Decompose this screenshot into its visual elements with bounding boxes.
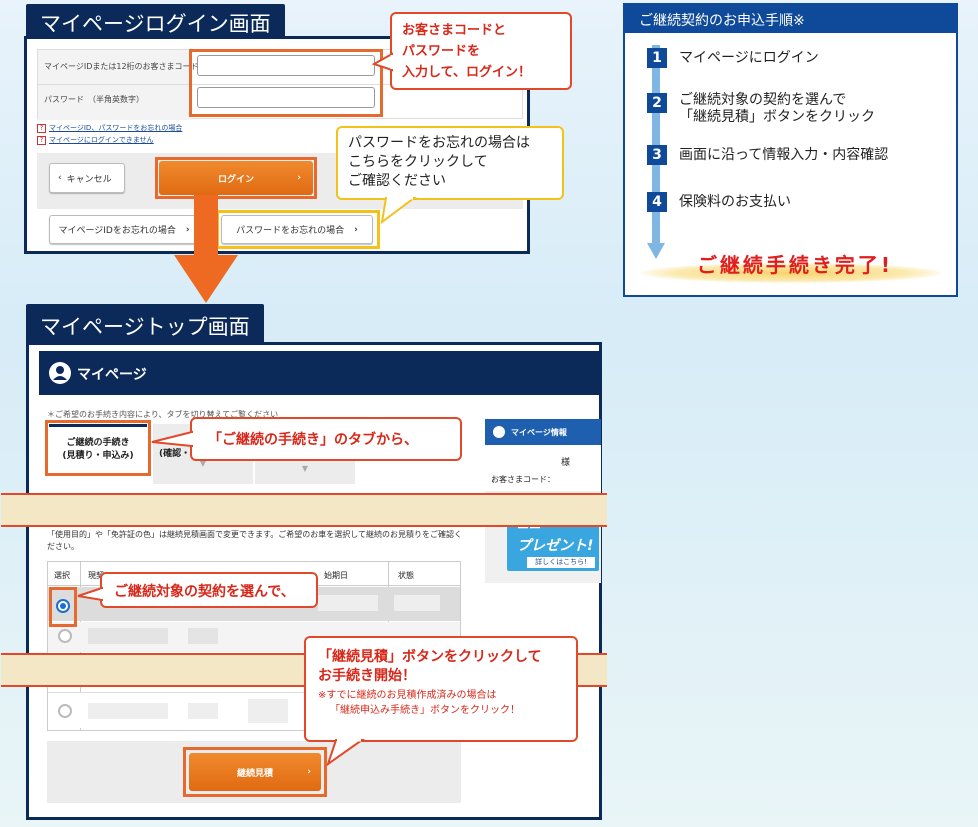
mypage-info-header: マイページ情報 <box>485 419 601 445</box>
callout-line: お客さまコードと <box>402 23 507 38</box>
forgot-credentials-link[interactable]: ? マイページID、パスワードをお忘れの場合 <box>37 123 182 133</box>
login-button[interactable]: ログイン › <box>159 161 313 195</box>
step-number: 3 <box>647 145 667 165</box>
forgot-password-label: パスワードをお忘れの場合 <box>236 226 345 236</box>
callout-line: ご確認ください <box>348 173 446 189</box>
step-label: 画面に沿って情報入力・内容確認 <box>679 147 889 163</box>
banner-link: 詳しくはこちら! <box>527 557 595 568</box>
renewal-steps-box: ご継続契約のお申込手順※ 1 マイページにログイン 2 ご継続対象の契約を選んで… <box>623 3 958 297</box>
step-label: マイページにログイン <box>679 50 819 66</box>
forgot-id-label: マイページIDをお忘れの場合 <box>58 226 176 236</box>
tab-instruction-callout: 「ご継続の手続き」のタブから、 <box>190 417 462 461</box>
row-placeholder <box>394 595 440 611</box>
step-number: 2 <box>647 93 667 113</box>
customer-code-input[interactable] <box>197 55 375 76</box>
step-label: 保険料のお支払い <box>679 194 791 210</box>
login-screen-title: マイページログイン画面 <box>26 4 285 38</box>
step-number: 1 <box>647 48 667 68</box>
info-name-suffix: 様 <box>561 458 571 468</box>
row-placeholder <box>88 628 168 644</box>
cannot-login-link[interactable]: ? マイページにログインできません <box>37 135 154 145</box>
callout-pointer <box>151 430 194 448</box>
mypage-header-label: マイページ <box>77 367 147 383</box>
renewal-quote-button[interactable]: 継続見積 › <box>189 753 321 791</box>
callout-note: ※すでに継続のお見積作成済みの場合は <box>318 690 497 701</box>
steps-complete-label: ご継続手続き完了! <box>696 253 894 277</box>
selected-radio-button[interactable] <box>56 599 70 613</box>
callout-line: パスワードを <box>402 44 481 59</box>
col-status-header: 状態 <box>398 571 414 580</box>
forgot-password-button[interactable]: パスワードをお忘れの場合 › <box>221 215 373 244</box>
steps-heading: ご継続契約のお申込手順※ <box>625 5 956 33</box>
info-customer-code: お客さまコード： <box>491 475 555 484</box>
chevron-left-icon: ‹ <box>58 173 62 183</box>
callout-line: こちらをクリックして <box>348 154 488 170</box>
banner-text: プレゼント! <box>517 538 594 554</box>
callout-line: 「継続見積」ボタンをクリックして <box>318 649 542 665</box>
tab-renewal-sublabel: (見積り・申込み) <box>62 451 134 461</box>
chevron-right-icon: › <box>297 173 301 183</box>
step-label: ご継続対象の契約を選んで <box>679 92 847 108</box>
usage-note: 「使用目的」や「免許証の色」は継続見積画面で変更できます。ご希望のお車を選択して… <box>47 530 462 551</box>
id-field-label: マイページIDまたは12桁のお客さまコード <box>44 62 199 71</box>
radio-button[interactable] <box>58 629 72 643</box>
chevron-right-icon: › <box>354 224 358 235</box>
cancel-button[interactable]: ‹ キャンセル <box>49 163 125 193</box>
quote-instruction-callout: 「継続見積」ボタンをクリックして お手続き開始！ ※すでに継続のお見積作成済みの… <box>304 636 578 742</box>
login-label: ログイン <box>217 174 254 185</box>
row-placeholder <box>88 703 168 719</box>
step-label: 「継続見積」ボタンをクリック <box>679 109 875 125</box>
row-placeholder <box>188 703 218 719</box>
cancel-label: キャンセル <box>66 174 112 185</box>
step-number: 4 <box>647 192 667 212</box>
radio-button[interactable] <box>58 704 72 718</box>
arrow-down-icon <box>174 195 238 303</box>
forgot-password-callout: パスワードをお忘れの場合は こちらをクリックして ご確認ください <box>336 126 564 200</box>
password-field-label: パスワード （半角英数字） <box>44 95 144 104</box>
tab-renewal[interactable]: ご継続の手続き (見積り・申込み) <box>49 424 147 472</box>
select-contract-callout: ご継続対象の契約を選んで、 <box>100 572 318 608</box>
col-select-header: 選択 <box>54 571 70 580</box>
callout-line: パスワードをお忘れの場合は <box>348 135 530 151</box>
mypage-header-bar: マイページ <box>39 351 599 395</box>
row-placeholder <box>318 595 378 611</box>
col-expiry-header: 始期日 <box>324 571 348 580</box>
help-icon: ? <box>37 136 46 145</box>
renewal-quote-label: 継続見積 <box>236 768 273 779</box>
user-icon <box>493 426 505 438</box>
login-instruction-callout: お客さまコードと パスワードを 入力して、ログイン！ <box>390 12 572 90</box>
chevron-down-icon: ▼ <box>301 464 309 473</box>
row-placeholder <box>188 628 218 644</box>
callout-line: お手続き開始！ <box>318 668 416 684</box>
mypage-screen-title: マイページトップ画面 <box>26 304 264 342</box>
callout-pointer <box>380 196 417 225</box>
info-header-label: マイページ情報 <box>511 428 567 437</box>
row-placeholder <box>248 699 288 723</box>
callout-pointer <box>326 738 366 767</box>
callout-line: 入力して、ログイン！ <box>402 65 531 80</box>
help-icon: ? <box>37 124 46 133</box>
screen-cut-band <box>1 493 607 527</box>
tab-renewal-label: ご継続の手続き <box>66 438 130 448</box>
callout-note: 「継続申込み手続き」ボタンをクリック！ <box>330 705 520 716</box>
callout-pointer <box>372 52 394 72</box>
callout-pointer <box>77 586 104 602</box>
chevron-right-icon: › <box>307 767 311 777</box>
password-input[interactable] <box>197 87 375 108</box>
user-icon <box>49 362 71 384</box>
